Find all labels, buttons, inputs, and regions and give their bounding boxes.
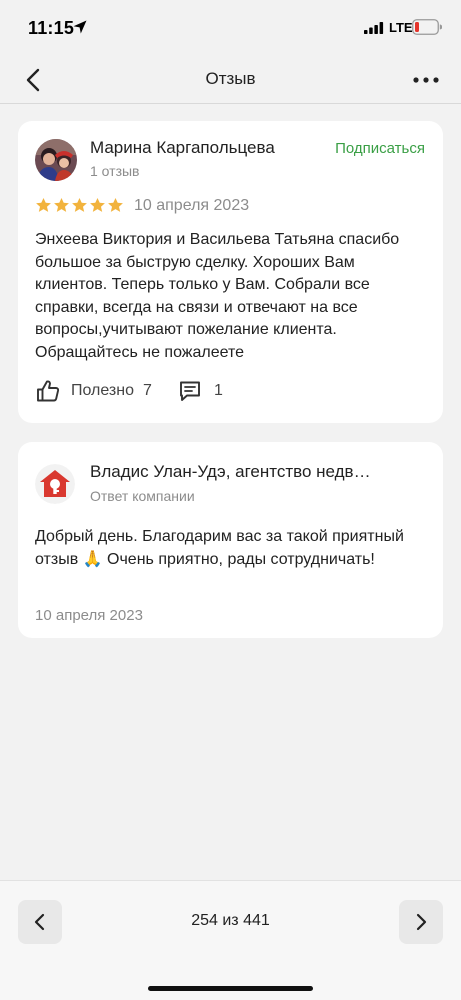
star-icon — [108, 198, 123, 212]
company-name[interactable]: Владис Улан-Удэ, агентство недв… — [90, 462, 371, 482]
nav-bar: Отзыв — [0, 56, 461, 104]
pager-position: 254 из 441 — [191, 912, 270, 929]
author-avatar[interactable] — [35, 139, 77, 181]
star-icon — [54, 198, 69, 212]
comments-count: 1 — [214, 382, 223, 399]
reply-text: Добрый день. Благодарим вас за такой при… — [35, 528, 404, 568]
signal-icon — [364, 22, 384, 34]
home-indicator — [148, 986, 313, 991]
company-logo[interactable] — [35, 464, 75, 504]
author-review-count: 1 отзыв — [90, 163, 140, 179]
review-date: 10 апреля 2023 — [134, 197, 250, 214]
chevron-right-icon — [416, 913, 427, 931]
useful-count: 7 — [143, 382, 152, 399]
comments-button[interactable]: 1 — [178, 377, 223, 405]
page-title: Отзыв — [205, 69, 256, 88]
comment-icon — [180, 381, 200, 401]
more-options-button[interactable] — [412, 70, 440, 90]
useful-button[interactable]: Полезно 7 — [35, 377, 152, 405]
thumbs-up-icon — [37, 380, 60, 402]
network-label: LTE — [389, 20, 413, 35]
star-icon — [90, 198, 105, 212]
review-card: Марина Каргапольцева 1 отзыв Подписаться… — [18, 121, 443, 423]
rating-stars — [35, 197, 124, 215]
status-time: 11:15 — [28, 18, 75, 38]
review-text: Энхеева Виктория и Васильева Татьяна спа… — [35, 231, 400, 361]
next-review-button[interactable] — [399, 900, 443, 944]
star-icon — [36, 198, 51, 212]
company-reply-card: Владис Улан-Удэ, агентство недв… Ответ к… — [18, 442, 443, 638]
battery-icon — [412, 19, 442, 35]
subscribe-button[interactable]: Подписаться — [335, 140, 425, 157]
company-reply-label: Ответ компании — [90, 488, 195, 504]
location-arrow-icon — [73, 20, 87, 34]
author-name[interactable]: Марина Каргапольцева — [90, 138, 275, 158]
reply-date: 10 апреля 2023 — [35, 607, 143, 624]
status-bar: 11:15 LTE — [0, 0, 461, 56]
pager-bar: 254 из 441 — [0, 880, 461, 1000]
star-icon — [72, 198, 87, 212]
useful-label: Полезно — [71, 382, 134, 399]
